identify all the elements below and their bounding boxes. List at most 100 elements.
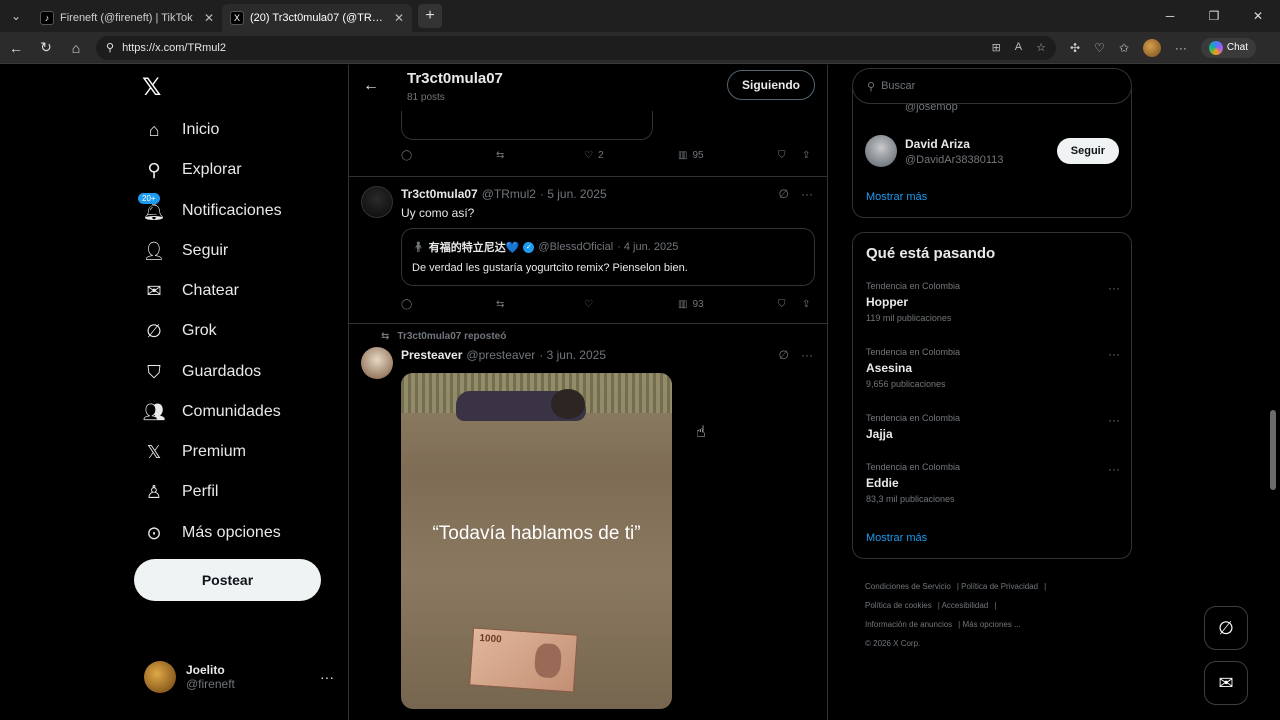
more-icon[interactable]: ··· xyxy=(801,348,813,362)
show-more-link[interactable]: Mostrar más xyxy=(866,191,927,203)
close-window-icon[interactable]: ✕ xyxy=(1236,0,1280,32)
grok-icon[interactable]: ∅ xyxy=(779,187,789,201)
site-info-icon[interactable]: ⚲ xyxy=(106,41,114,54)
footer-link-more[interactable]: Más opciones ... xyxy=(962,620,1020,629)
avatar[interactable] xyxy=(361,186,393,218)
nav-item-premium[interactable]: 𝕏 Premium xyxy=(144,442,246,462)
nav-item-inicio[interactable]: ⌂ Inicio xyxy=(144,120,220,140)
refresh-icon[interactable]: ↻ xyxy=(32,34,60,62)
extensions-icon[interactable]: ✣ xyxy=(1070,41,1080,55)
quoted-tweet[interactable]: 🧍︎ 有福的特立尼达💙 ✓ @BlessdOficial · 4 jun. 20… xyxy=(401,228,815,286)
tab-x-profile[interactable]: X (20) Tr3ct0mula07 (@TRmul2) / X ✕ xyxy=(222,4,412,32)
new-tab-button[interactable]: + xyxy=(418,4,442,28)
footer-link-ads-info[interactable]: Información de anuncios xyxy=(865,620,952,629)
nav-item-notificaciones[interactable]: 🔔︎ 20+ Notificaciones xyxy=(138,193,282,221)
chat-label: Chat xyxy=(1226,42,1249,53)
nav-label: Comunidades xyxy=(182,403,281,420)
tweet-author[interactable]: Tr3ct0mula07 xyxy=(401,187,478,201)
more-menu-icon[interactable]: ··· xyxy=(1175,41,1187,55)
like-button[interactable]: ♡ xyxy=(584,299,678,310)
views-icon: ▥ xyxy=(678,150,688,161)
more-icon[interactable]: ··· xyxy=(1108,413,1120,427)
tweet-date[interactable]: · 5 jun. 2025 xyxy=(540,187,607,201)
more-icon[interactable]: ··· xyxy=(1108,347,1120,361)
grok-float-button[interactable]: ∅ xyxy=(1204,606,1248,650)
back-icon[interactable]: ← xyxy=(2,34,30,62)
tweet-handle[interactable]: @TRmul2 xyxy=(482,187,536,201)
tweet-media-image[interactable]: “Todavía hablamos de ti” 1000 xyxy=(401,373,672,709)
repost-icon[interactable]: ⇆ xyxy=(496,299,584,310)
grok-icon[interactable]: ∅ xyxy=(779,348,789,362)
search-input[interactable]: ⚲ Buscar xyxy=(852,68,1132,104)
repost-label[interactable]: Tr3ct0mula07 reposteó xyxy=(397,331,506,342)
tab-tiktok[interactable]: ♪ Fireneft (@fireneft) | TikTok ✕ xyxy=(32,4,222,32)
profile-avatar[interactable] xyxy=(1142,38,1161,57)
account-switcher[interactable]: Joelito @fireneft ··· xyxy=(144,661,334,693)
tweet-author[interactable]: Presteaver xyxy=(401,348,462,362)
bookmark-icon[interactable]: ⛉ xyxy=(778,150,802,161)
repost-icon[interactable]: ⇆ xyxy=(496,150,584,161)
scrollbar-thumb[interactable] xyxy=(1270,410,1276,490)
views-button[interactable]: ▥ 93 xyxy=(678,299,778,310)
more-icon[interactable]: ··· xyxy=(1108,462,1120,476)
avatar[interactable] xyxy=(361,347,393,379)
nav-item-explorar[interactable]: ⚲ Explorar xyxy=(144,160,241,180)
nav-item-grok[interactable]: ∅ Grok xyxy=(144,321,217,341)
back-arrow-icon[interactable]: ← xyxy=(363,77,379,95)
favorite-star-icon[interactable]: ☆ xyxy=(1036,41,1046,54)
footer-link-terms[interactable]: Condiciones de Servicio xyxy=(865,582,951,591)
favorites-icon[interactable]: ✩ xyxy=(1119,41,1129,55)
grok-icon: ∅ xyxy=(1218,617,1234,638)
views-button[interactable]: ▥ 95 xyxy=(678,150,778,161)
nav-item-chatear[interactable]: ✉ Chatear xyxy=(144,281,238,301)
nav-item-guardados[interactable]: ⛉ Guardados xyxy=(144,362,261,382)
tweet-handle[interactable]: @presteaver xyxy=(466,348,535,362)
close-icon[interactable]: ✕ xyxy=(394,11,404,25)
follow-button[interactable]: Seguir xyxy=(1056,138,1119,164)
address-bar[interactable]: ⚲ https://x.com/TRmul2 ⊞ A ☆ xyxy=(96,35,1056,60)
more-icon[interactable]: ··· xyxy=(801,187,813,201)
tab-actions-chevron-icon[interactable]: ⌄ xyxy=(0,0,32,32)
nav-item-mas-opciones[interactable]: ⊙ Más opciones xyxy=(144,523,280,543)
more-icon[interactable]: ··· xyxy=(1108,281,1120,295)
footer-link-privacy[interactable]: Política de Privacidad xyxy=(961,582,1038,591)
messages-float-button[interactable]: ✉ xyxy=(1204,661,1248,705)
browser-essentials-icon[interactable]: ♡ xyxy=(1094,41,1105,55)
read-aloud-icon[interactable]: A xyxy=(1015,41,1022,54)
minimize-icon[interactable]: ─ xyxy=(1148,0,1192,32)
nav-item-seguir[interactable]: 👤︎ Seguir xyxy=(143,241,229,261)
avatar xyxy=(144,661,176,693)
copilot-chat-button[interactable]: Chat xyxy=(1200,37,1257,58)
footer-link-accessibility[interactable]: Accesibilidad xyxy=(942,601,989,610)
nav-item-perfil[interactable]: ♙ Perfil xyxy=(144,482,219,502)
nav-label: Notificaciones xyxy=(182,202,282,219)
tab-title: Fireneft (@fireneft) | TikTok xyxy=(60,12,193,24)
restore-icon[interactable]: ❐ xyxy=(1192,0,1236,32)
share-icon[interactable]: ⇪ xyxy=(802,150,810,161)
tweet-date[interactable]: · 3 jun. 2025 xyxy=(539,348,606,362)
like-button[interactable]: ♡ 2 xyxy=(584,150,678,161)
page-scrollbar[interactable] xyxy=(1270,70,1276,710)
suggested-user-handle: @DavidAr38380113 xyxy=(905,153,1004,166)
close-icon[interactable]: ✕ xyxy=(204,11,214,25)
share-icon[interactable]: ⇪ xyxy=(802,299,810,310)
home-icon[interactable]: ⌂ xyxy=(62,34,90,62)
show-more-link[interactable]: Mostrar más xyxy=(866,532,927,544)
suggested-user[interactable]: David Ariza @DavidAr38380113 Seguir xyxy=(865,135,1119,167)
reply-icon[interactable]: ◯ xyxy=(401,150,496,161)
trend-item[interactable]: Tendencia en Colombia Eddie 83,3 mil pub… xyxy=(866,462,1120,504)
nav-item-comunidades[interactable]: 👥︎ Comunidades xyxy=(143,402,281,422)
reply-icon[interactable]: ◯ xyxy=(401,299,496,310)
post-button[interactable]: Postear xyxy=(134,559,321,601)
x-logo-icon[interactable]: 𝕏 xyxy=(142,73,161,102)
app-available-icon[interactable]: ⊞ xyxy=(992,41,1001,54)
account-name: Joelito xyxy=(186,663,225,677)
footer-link-cookies[interactable]: Política de cookies xyxy=(865,601,932,610)
trend-item[interactable]: Tendencia en Colombia Jajja ··· xyxy=(866,413,1120,441)
following-button[interactable]: Siguiendo xyxy=(727,70,815,100)
trend-item[interactable]: Tendencia en Colombia Asesina 9,656 publ… xyxy=(866,347,1120,389)
bookmark-icon[interactable]: ⛉ xyxy=(778,299,802,310)
trend-context: Tendencia en Colombia xyxy=(866,281,961,291)
more-icon[interactable]: ··· xyxy=(320,669,334,685)
trend-item[interactable]: Tendencia en Colombia Hopper 119 mil pub… xyxy=(866,281,1120,323)
